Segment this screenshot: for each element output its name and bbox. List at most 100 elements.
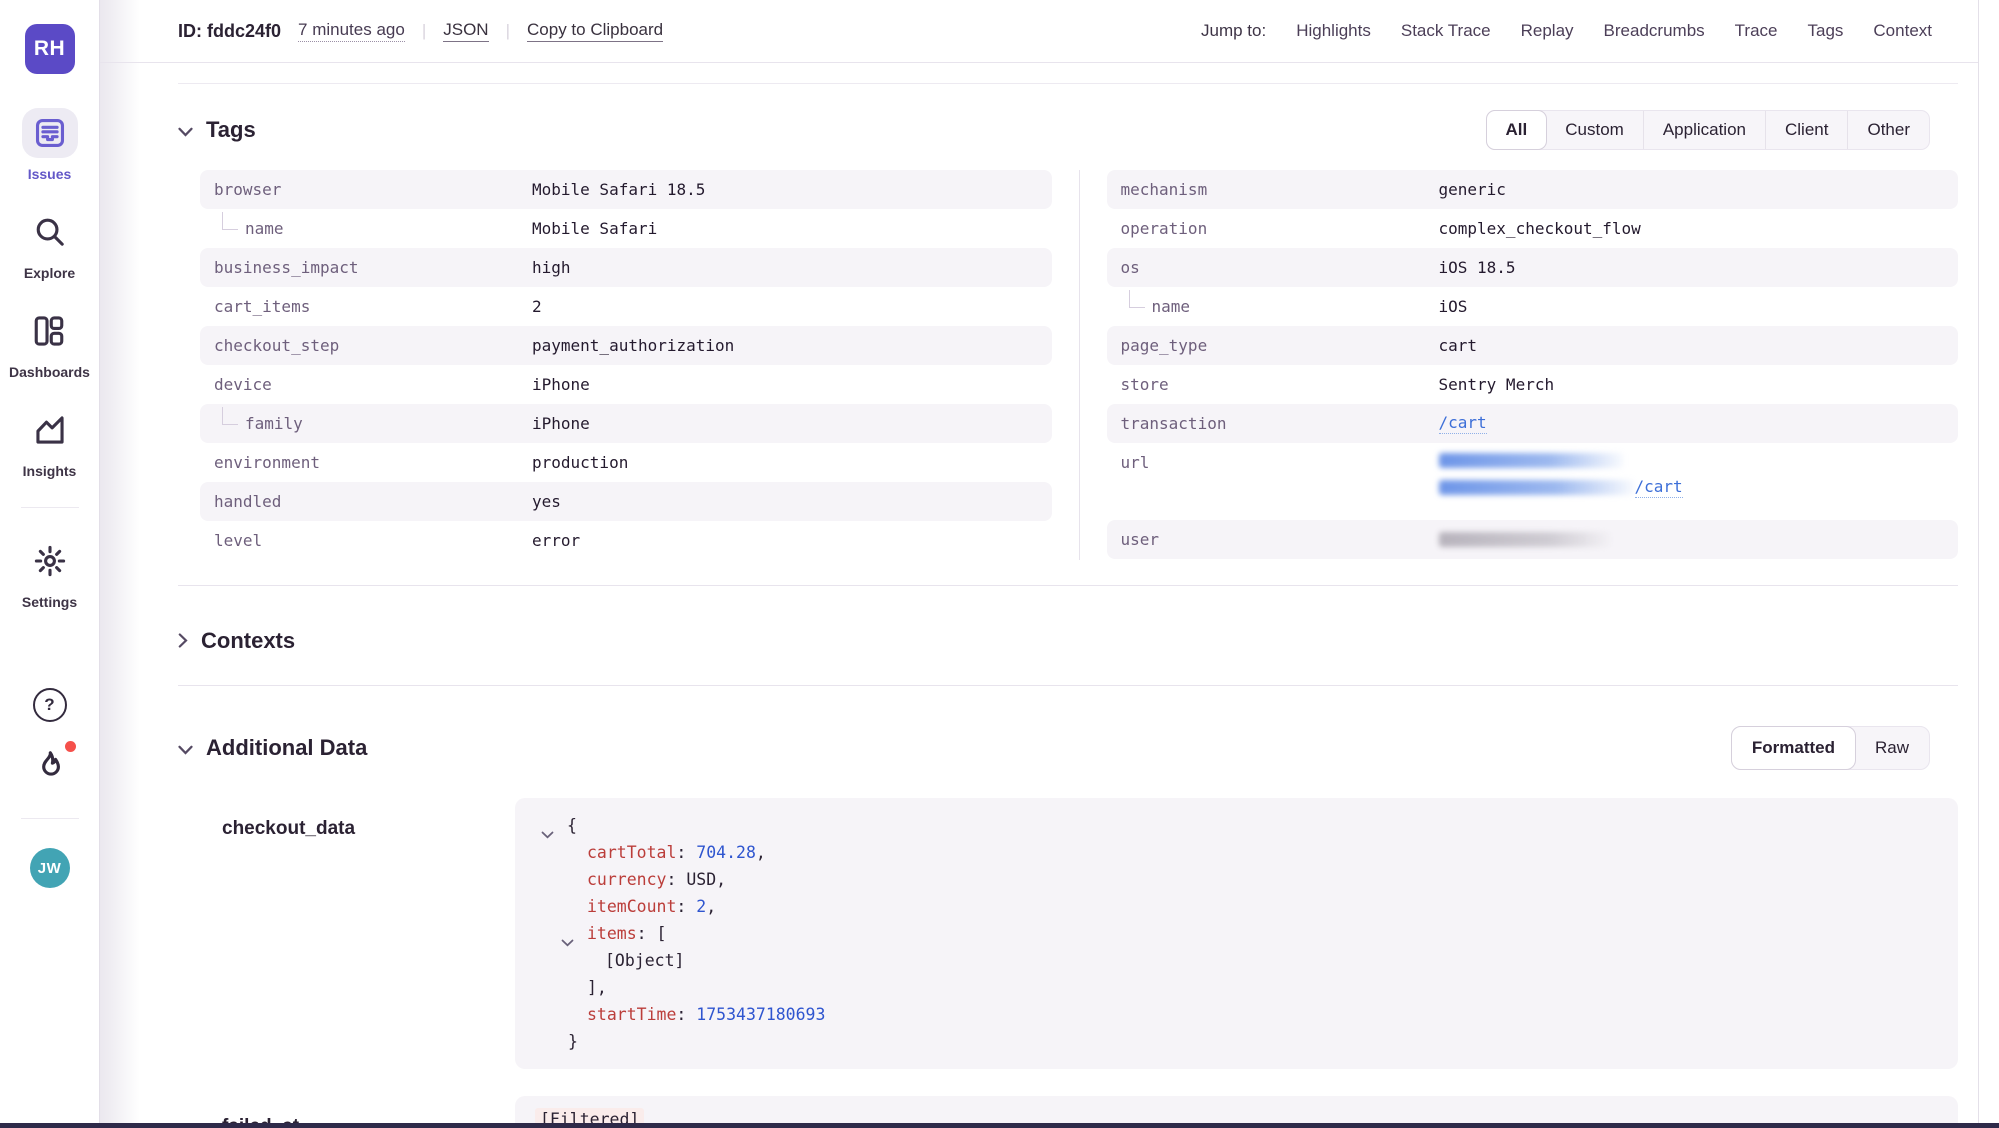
code-line: startTime: 1753437180693 <box>515 1001 1958 1028</box>
additional-data-section-title: Additional Data <box>206 735 367 761</box>
code-line: [Object] <box>515 947 1958 974</box>
event-content: Tags AllCustomApplicationClientOther bro… <box>100 83 1978 1128</box>
tag-key-text: environment <box>214 453 320 472</box>
tag-value-text: payment_authorization <box>532 336 734 355</box>
tag-row-user: user <box>1107 520 1959 559</box>
filter-all[interactable]: All <box>1486 110 1548 150</box>
org-logo[interactable]: RH <box>25 24 75 74</box>
flame-icon <box>32 771 68 788</box>
jump-link-context[interactable]: Context <box>1873 21 1932 41</box>
tags-table: browserMobile Safari 18.5nameMobile Safa… <box>200 170 1958 560</box>
code-token-key: cartTotal <box>587 843 676 862</box>
redacted-value <box>1439 480 1635 495</box>
tag-value-text: 2 <box>532 297 542 316</box>
filter-other[interactable]: Other <box>1847 111 1929 149</box>
window-bottom-edge <box>0 1123 1999 1128</box>
dashboards-icon <box>21 306 77 356</box>
jump-link-trace[interactable]: Trace <box>1735 21 1778 41</box>
sidebar-item-settings[interactable]: Settings <box>22 536 78 610</box>
tag-row-name: nameiOS <box>1107 287 1959 326</box>
whats-new-button[interactable] <box>32 748 68 789</box>
copy-to-clipboard-link[interactable]: Copy to Clipboard <box>527 20 663 42</box>
sidebar-item-label: Settings <box>22 594 77 610</box>
tag-value-text: iOS 18.5 <box>1439 258 1516 277</box>
jump-link-stack-trace[interactable]: Stack Trace <box>1401 21 1491 41</box>
tag-value-text: iPhone <box>532 414 590 433</box>
contexts-section-toggle[interactable]: Contexts <box>178 628 295 654</box>
tag-key: name <box>1121 297 1439 316</box>
tag-row-family: family iPhone <box>200 404 1052 443</box>
sidebar-item-explore[interactable]: Explore <box>22 207 78 281</box>
jump-link-breadcrumbs[interactable]: Breadcrumbs <box>1604 21 1705 41</box>
sidebar-item-label: Explore <box>24 265 75 281</box>
tag-row-operation: operationcomplex_checkout_flow <box>1107 209 1959 248</box>
sidebar-item-dashboards[interactable]: Dashboards <box>9 306 90 380</box>
tag-key-text: checkout_step <box>214 336 339 355</box>
code-token-plain: : <box>676 1005 696 1024</box>
code-line: currency: USD, <box>515 866 1958 893</box>
tag-row-device: device iPhone <box>200 365 1052 404</box>
tag-key-text: transaction <box>1121 414 1227 433</box>
tag-key-text: device <box>214 375 272 394</box>
code-token-num: 1753437180693 <box>696 1005 825 1024</box>
tag-key: user <box>1121 530 1439 549</box>
tag-key: environment <box>214 453 532 472</box>
sidebar-item-insights[interactable]: Insights <box>22 405 78 479</box>
tag-key-text: url <box>1121 453 1150 472</box>
tag-value-link[interactable]: /cart <box>1439 413 1487 434</box>
code-token-plain: : [ <box>637 924 667 943</box>
tag-key-text: level <box>214 531 262 550</box>
scroll-gutter[interactable] <box>1978 0 1999 1128</box>
filter-custom[interactable]: Custom <box>1546 111 1643 149</box>
separator: | <box>506 21 510 41</box>
tag-value-text: production <box>532 453 628 472</box>
tag-key-text: cart_items <box>214 297 310 316</box>
json-link[interactable]: JSON <box>443 20 488 42</box>
code-token-key: startTime <box>587 1005 676 1024</box>
sidebar-divider <box>21 507 79 508</box>
redacted-value <box>1439 453 1624 468</box>
tag-value: /cart <box>1439 453 1683 498</box>
help-icon[interactable]: ? <box>33 688 67 722</box>
tag-key: operation <box>1121 219 1439 238</box>
tag-key: checkout_step <box>214 336 532 355</box>
filter-application[interactable]: Application <box>1643 111 1765 149</box>
filter-client[interactable]: Client <box>1765 111 1847 149</box>
tag-key-text: business_impact <box>214 258 359 277</box>
code-token-plain: : <box>666 870 686 889</box>
code-token-plain: [Object] <box>605 951 684 970</box>
chevron-down-icon <box>178 735 193 761</box>
tag-row-os: osiOS 18.5 <box>1107 248 1959 287</box>
view-formatted[interactable]: Formatted <box>1731 726 1856 770</box>
tag-key-text: page_type <box>1121 336 1208 355</box>
tag-row-cart-items: cart_items 2 <box>200 287 1052 326</box>
additional-data-section-toggle[interactable]: Additional Data <box>178 735 367 761</box>
tags-section-toggle[interactable]: Tags <box>178 117 256 143</box>
jump-link-replay[interactable]: Replay <box>1521 21 1574 41</box>
tag-key-text: family <box>245 414 303 433</box>
tag-value-text: iPhone <box>532 375 590 394</box>
sidebar-item-label: Issues <box>28 166 72 182</box>
user-avatar[interactable]: JW <box>30 848 70 888</box>
code-line: { <box>515 812 1958 839</box>
jump-link-tags[interactable]: Tags <box>1807 21 1843 41</box>
tag-key: level <box>214 531 532 550</box>
tag-key: device <box>214 375 532 394</box>
data-key-label: checkout_data <box>222 798 515 1069</box>
event-time-link[interactable]: 7 minutes ago <box>298 20 405 42</box>
tag-value-link[interactable]: /cart <box>1635 477 1683 498</box>
tags-section-title: Tags <box>206 117 256 143</box>
code-line: cartTotal: 704.28, <box>515 839 1958 866</box>
view-raw[interactable]: Raw <box>1855 727 1929 769</box>
tags-column-left: browserMobile Safari 18.5nameMobile Safa… <box>200 170 1052 560</box>
tag-row-name: nameMobile Safari <box>200 209 1052 248</box>
tag-key-text: mechanism <box>1121 180 1208 199</box>
code-token-plain: USD <box>686 870 716 889</box>
tag-key-text: handled <box>214 492 281 511</box>
tree-branch-line <box>1129 290 1145 308</box>
jump-link-highlights[interactable]: Highlights <box>1296 21 1371 41</box>
tag-key: handled <box>214 492 532 511</box>
sidebar-item-issues[interactable]: Issues <box>22 108 78 182</box>
contexts-section-title: Contexts <box>201 628 295 654</box>
search-icon <box>22 207 78 257</box>
